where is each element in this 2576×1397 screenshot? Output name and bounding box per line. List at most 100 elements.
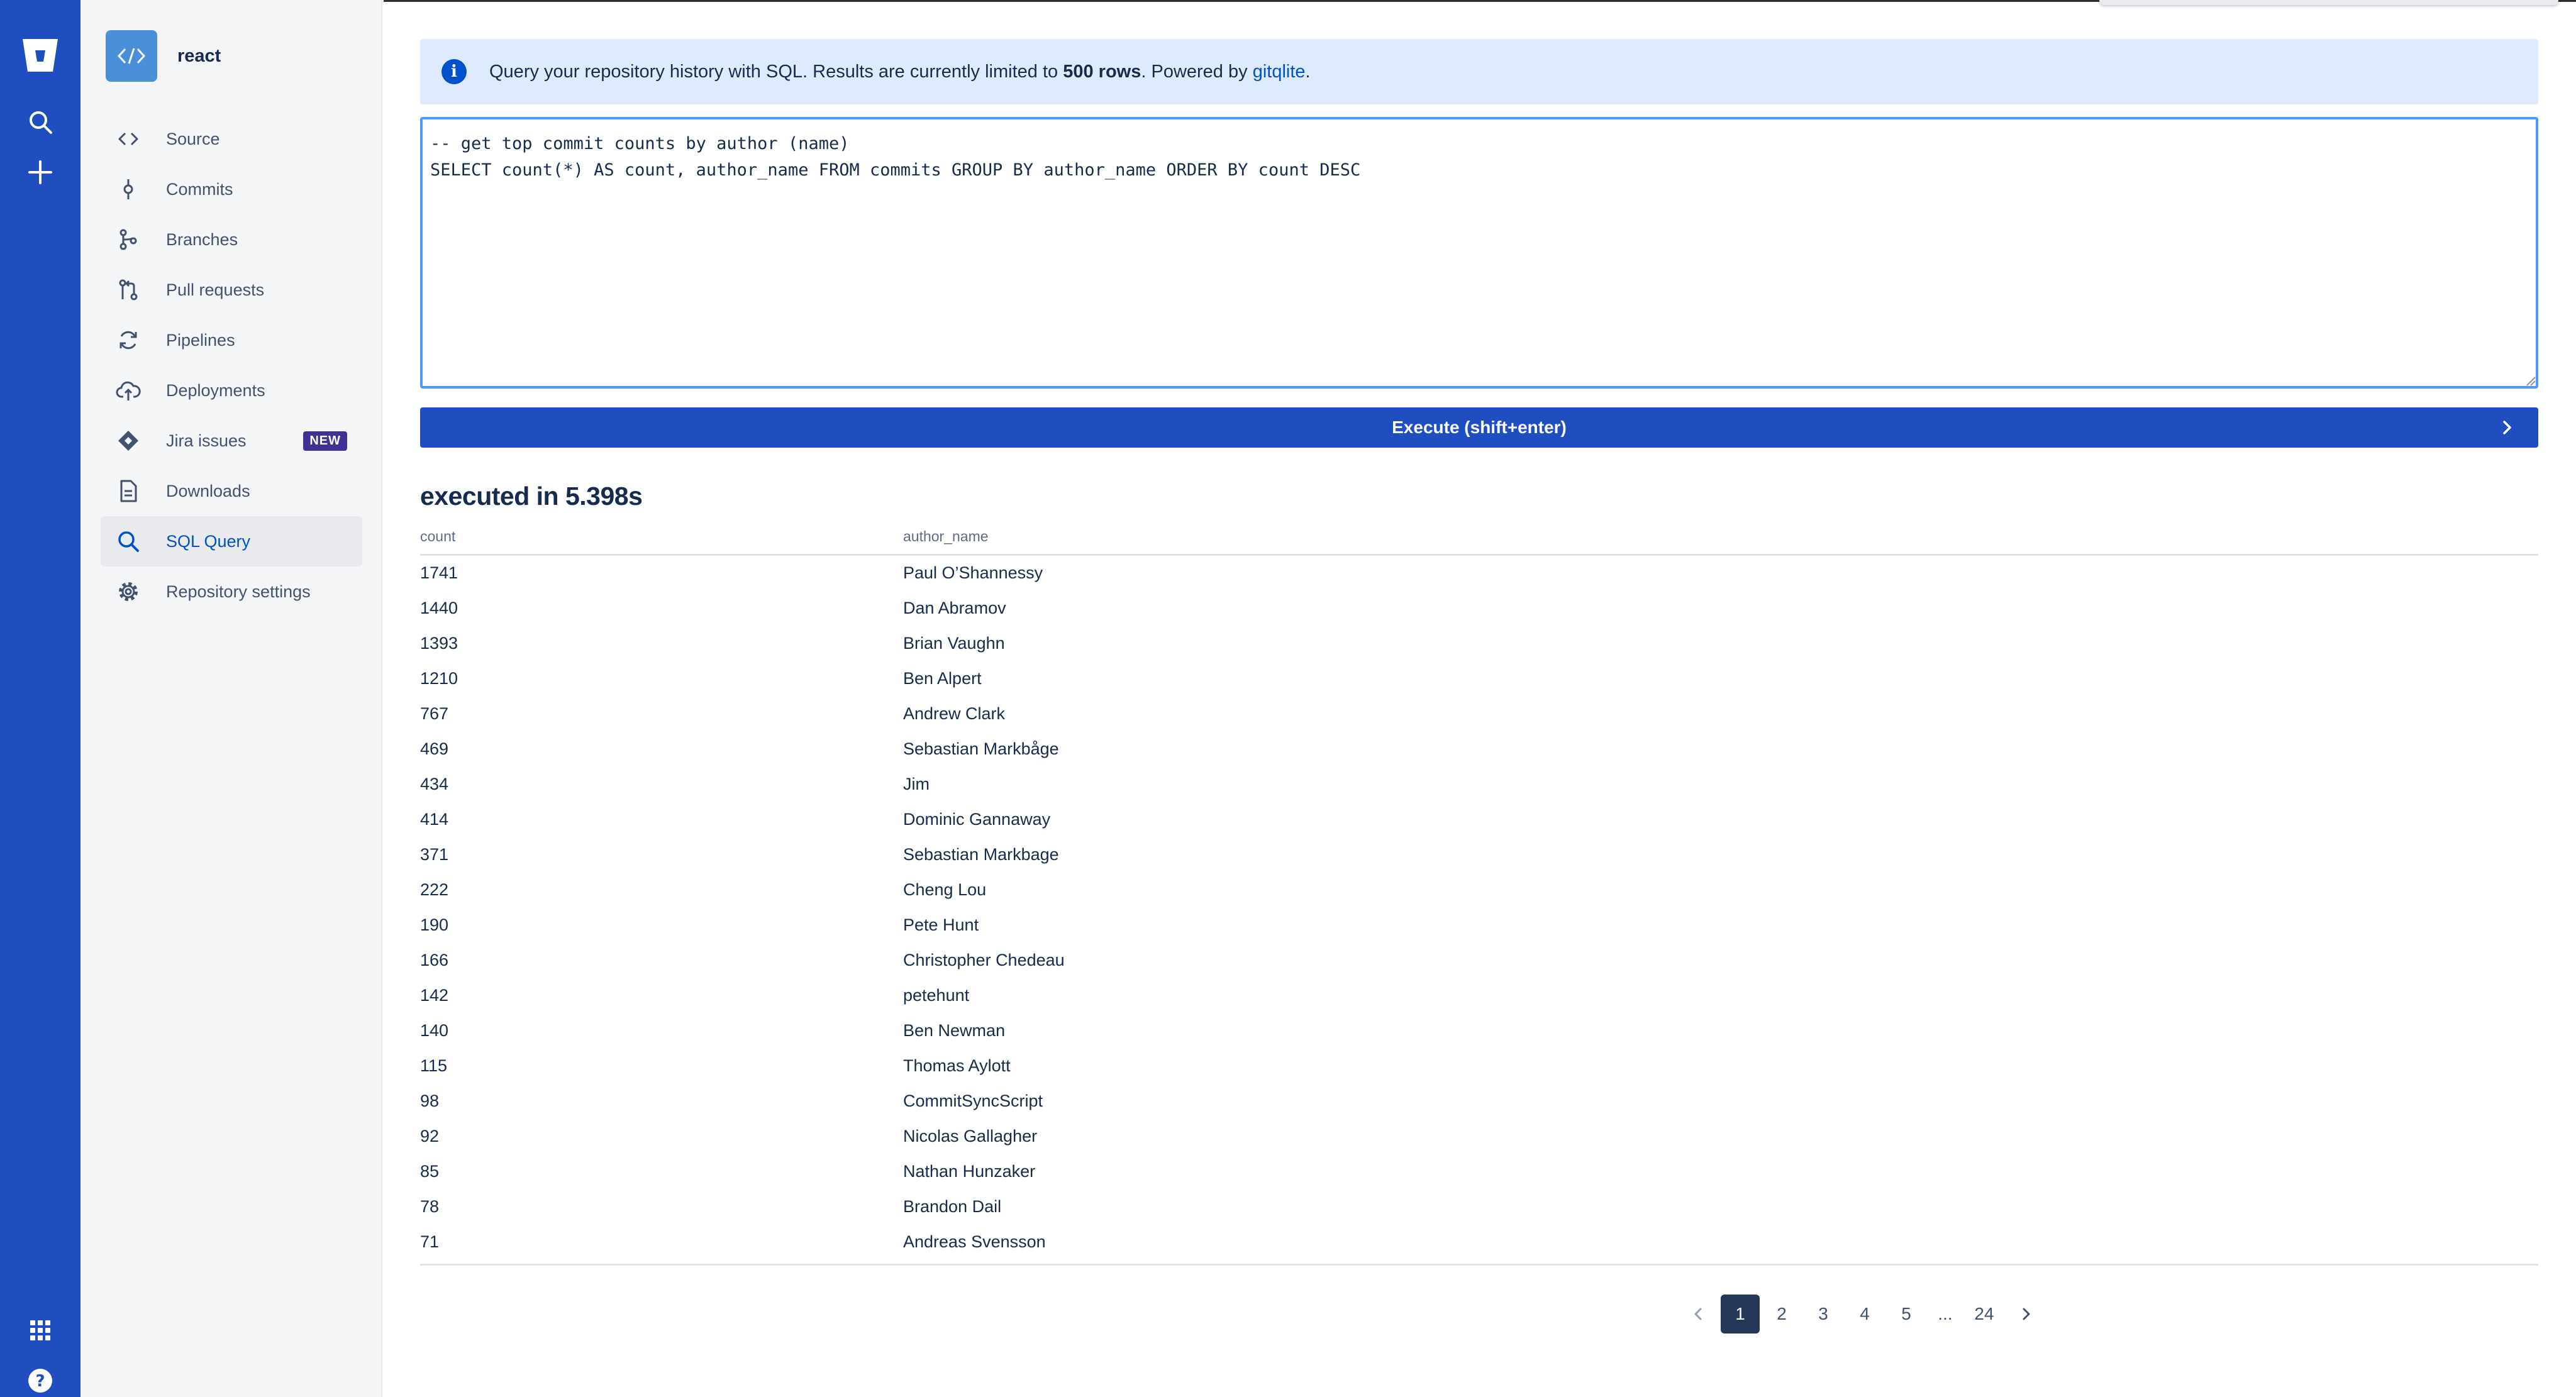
row-limit: 500 rows (1063, 61, 1141, 82)
sidebar-item-label: Pull requests (166, 280, 265, 299)
page-button[interactable]: 2 (1762, 1295, 1801, 1334)
commit-icon (116, 177, 141, 202)
create-plus-icon[interactable] (15, 147, 65, 197)
cell-count: 1210 (420, 669, 458, 688)
cell-count: 71 (420, 1232, 440, 1251)
sidebar-item-downloads[interactable]: Downloads (101, 466, 362, 516)
execution-time: executed in 5.398s (420, 482, 643, 511)
cell-count: 166 (420, 951, 449, 969)
cell-author-name: Dominic Gannaway (903, 810, 1051, 829)
main-content: i Query your repository history with SQL… (384, 0, 2576, 1397)
cloud-upload-icon (116, 378, 141, 403)
table-row: 140 Ben Newman (420, 1013, 2538, 1049)
chevron-right-icon (2503, 421, 2511, 434)
global-nav: ? (0, 0, 80, 1397)
cell-count: 98 (420, 1091, 440, 1110)
cell-author-name: Nathan Hunzaker (903, 1162, 1036, 1181)
column-header-count[interactable]: count (420, 528, 455, 545)
cell-author-name: Cheng Lou (903, 880, 987, 899)
project-sidebar: react Source Commits Branches Pull reque… (80, 0, 382, 1397)
next-page-button[interactable] (2006, 1295, 2045, 1334)
page-button[interactable]: 3 (1804, 1295, 1843, 1334)
sidebar-item-commits[interactable]: Commits (101, 164, 362, 214)
previous-page-button[interactable] (1679, 1295, 1718, 1334)
page-button[interactable]: 1 (1721, 1295, 1760, 1334)
cell-author-name: Ben Newman (903, 1021, 1006, 1040)
info-icon: i (441, 59, 467, 84)
execute-button[interactable]: Execute (shift+enter) (420, 407, 2538, 448)
jira-icon (116, 428, 141, 453)
table-row: 371 Sebastian Markbage (420, 837, 2538, 873)
sidebar-item-branches[interactable]: Branches (101, 214, 362, 265)
table-row: 767 Andrew Clark (420, 697, 2538, 732)
table-row: 78 Brandon Dail (420, 1190, 2538, 1225)
sidebar-item-label: Repository settings (166, 582, 311, 601)
sidebar-item-label: Source (166, 129, 220, 148)
table-row: 166 Christopher Chedeau (420, 943, 2538, 978)
sidebar-item-label: Pipelines (166, 330, 235, 350)
cell-author-name: Christopher Chedeau (903, 951, 1065, 969)
page-button[interactable]: 4 (1845, 1295, 1884, 1334)
cell-author-name: Pete Hunt (903, 915, 979, 934)
pagination-ellipsis: ... (1938, 1304, 1953, 1323)
cell-author-name: Brandon Dail (903, 1197, 1002, 1216)
cell-author-name: petehunt (903, 986, 970, 1005)
info-text: Query your repository history with SQL. … (489, 61, 1311, 82)
cell-count: 190 (420, 915, 449, 934)
cell-count: 414 (420, 810, 449, 829)
column-header-author-name[interactable]: author_name (903, 528, 989, 545)
app-switcher-icon[interactable] (15, 1305, 65, 1356)
cell-count: 1440 (420, 599, 458, 617)
table-row: 414 Dominic Gannaway (420, 802, 2538, 837)
gitqlite-link[interactable]: gitqlite (1253, 62, 1306, 82)
cell-count: 222 (420, 880, 449, 899)
cell-author-name: Sebastian Markbage (903, 845, 1059, 864)
help-icon[interactable]: ? (15, 1356, 65, 1397)
cell-count: 78 (420, 1197, 440, 1216)
sidebar-item-pipelines[interactable]: Pipelines (101, 315, 362, 365)
cell-count: 1393 (420, 634, 458, 653)
sidebar-item-repository-settings[interactable]: Repository settings (101, 566, 362, 617)
repo-header[interactable]: react (106, 30, 221, 82)
table-row: 190 Pete Hunt (420, 908, 2538, 943)
sidebar-item-label: Downloads (166, 481, 250, 500)
pagination: 1 2 3 4 5... 24 (1678, 1294, 2046, 1334)
table-row: 222 Cheng Lou (420, 873, 2538, 908)
table-row: 469 Sebastian Markbåge (420, 732, 2538, 767)
sidebar-item-jira-issues[interactable]: Jira issues NEW (101, 416, 362, 466)
sidebar-item-label: SQL Query (166, 531, 251, 551)
page-button[interactable]: 24 (1965, 1295, 2004, 1334)
chevron-right-icon (2023, 1308, 2030, 1320)
search-icon (116, 529, 141, 554)
chevron-left-icon (1694, 1308, 1702, 1320)
search-icon[interactable] (15, 97, 65, 147)
execute-button-label: Execute (shift+enter) (1392, 417, 1567, 437)
sidebar-item-label: Jira issues (166, 431, 247, 450)
cell-author-name: Andreas Svensson (903, 1232, 1046, 1251)
sidebar-item-label: Branches (166, 229, 238, 249)
cell-author-name: Nicolas Gallagher (903, 1127, 1038, 1146)
sidebar-item-sql-query[interactable]: SQL Query (101, 516, 362, 566)
sidebar-item-pull-requests[interactable]: Pull requests (101, 265, 362, 315)
cell-author-name: Andrew Clark (903, 704, 1006, 723)
sidebar-item-source[interactable]: Source (101, 114, 362, 164)
new-badge: NEW (303, 431, 347, 451)
table-row: 92 Nicolas Gallagher (420, 1119, 2538, 1154)
cell-author-name: Dan Abramov (903, 599, 1006, 617)
sidebar-item-deployments[interactable]: Deployments (101, 365, 362, 416)
table-footer-divider (420, 1264, 2538, 1266)
cell-count: 767 (420, 704, 449, 723)
cell-count: 140 (420, 1021, 449, 1040)
cell-author-name: Thomas Aylott (903, 1056, 1011, 1075)
repo-name: react (177, 45, 221, 66)
cell-count: 85 (420, 1162, 440, 1181)
table-body: 1741 Paul O’Shannessy 1440 Dan Abramov 1393 B… (420, 556, 2538, 1260)
results-table: count author_name 1741 Paul O’Shannessy 14… (420, 526, 2538, 1266)
sidebar-item-label: Commits (166, 179, 233, 199)
sql-query-editor[interactable]: -- get top commit counts by author (name… (420, 117, 2538, 389)
cell-count: 115 (420, 1056, 448, 1075)
bitbucket-logo-icon[interactable] (15, 30, 65, 80)
page-button[interactable]: 5 (1887, 1295, 1926, 1334)
table-row: 71 Andreas Svensson (420, 1225, 2538, 1260)
info-banner: i Query your repository history with SQL… (420, 39, 2538, 104)
